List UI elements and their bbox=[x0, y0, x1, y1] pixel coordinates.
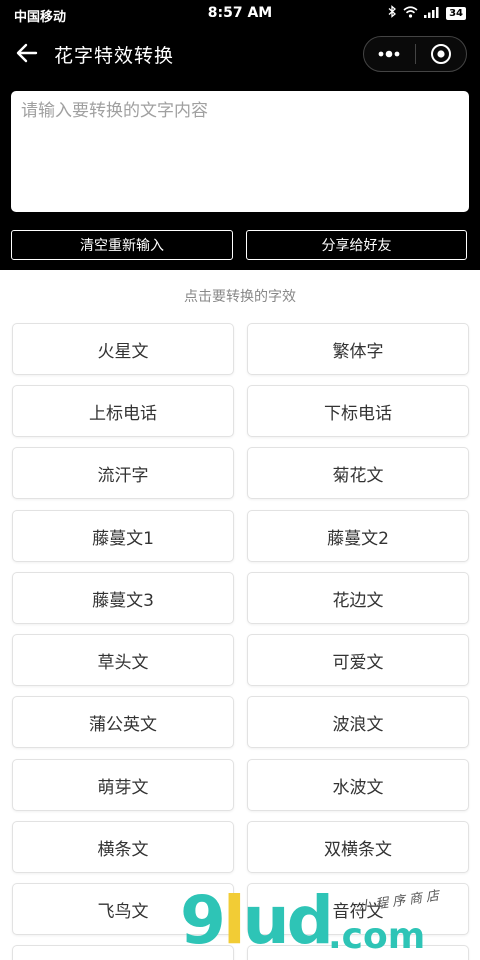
effect-button[interactable]: 萌芽文 bbox=[12, 759, 234, 811]
effect-button[interactable]: 上标电话 bbox=[12, 385, 234, 437]
nav-bar: 花字特效转换 bbox=[0, 28, 480, 80]
effect-button[interactable]: 花边文 bbox=[247, 572, 469, 624]
clear-button[interactable]: 清空重新输入 bbox=[11, 230, 233, 260]
effect-button[interactable]: 飞鸟文 bbox=[12, 883, 234, 935]
effect-button-partial[interactable] bbox=[247, 945, 469, 960]
effect-button[interactable]: 藤蔓文2 bbox=[247, 510, 469, 562]
text-input[interactable] bbox=[21, 96, 459, 207]
effect-button[interactable]: 双横条文 bbox=[247, 821, 469, 873]
effect-button[interactable]: 草头文 bbox=[12, 634, 234, 686]
effect-button[interactable]: 蒲公英文 bbox=[12, 696, 234, 748]
share-button[interactable]: 分享给好友 bbox=[246, 230, 467, 260]
text-input-box bbox=[11, 91, 469, 212]
wifi-icon bbox=[403, 5, 418, 22]
battery-icon: 34 bbox=[446, 7, 466, 20]
effect-button[interactable]: 流汗字 bbox=[12, 447, 234, 499]
effect-button[interactable]: 菊花文 bbox=[247, 447, 469, 499]
effect-button[interactable]: 波浪文 bbox=[247, 696, 469, 748]
effect-button-partial[interactable] bbox=[12, 945, 234, 960]
hint-text: 点击要转换的字效 bbox=[184, 289, 296, 305]
effect-button[interactable]: 藤蔓文3 bbox=[12, 572, 234, 624]
effect-button[interactable]: 繁体字 bbox=[247, 323, 469, 375]
effect-button[interactable]: 音符文 bbox=[247, 883, 469, 935]
page-title: 花字特效转换 bbox=[54, 45, 175, 67]
target-circle-icon bbox=[430, 44, 451, 64]
effect-button[interactable]: 横条文 bbox=[12, 821, 234, 873]
effect-button[interactable]: 藤蔓文1 bbox=[12, 510, 234, 562]
more-button[interactable] bbox=[364, 37, 415, 71]
effect-button[interactable]: 下标电话 bbox=[247, 385, 469, 437]
effect-button[interactable]: 可爱文 bbox=[247, 634, 469, 686]
close-mini-program-button[interactable] bbox=[415, 37, 466, 71]
signal-icon bbox=[424, 6, 440, 22]
effect-button[interactable]: 水波文 bbox=[247, 759, 469, 811]
status-bar: 中国移动 8:57 AM 34 bbox=[0, 0, 480, 28]
back-button[interactable] bbox=[12, 38, 42, 68]
mini-program-capsule bbox=[363, 36, 467, 72]
status-icons: 34 bbox=[388, 5, 466, 22]
more-dots-icon bbox=[378, 50, 400, 58]
arrow-left-icon bbox=[16, 43, 38, 63]
header-area: 中国移动 8:57 AM 34 花字特效转换 请输入要转换的文字内容 清空重新输… bbox=[0, 0, 480, 270]
bluetooth-icon bbox=[388, 5, 397, 22]
effect-button[interactable]: 火星文 bbox=[12, 323, 234, 375]
